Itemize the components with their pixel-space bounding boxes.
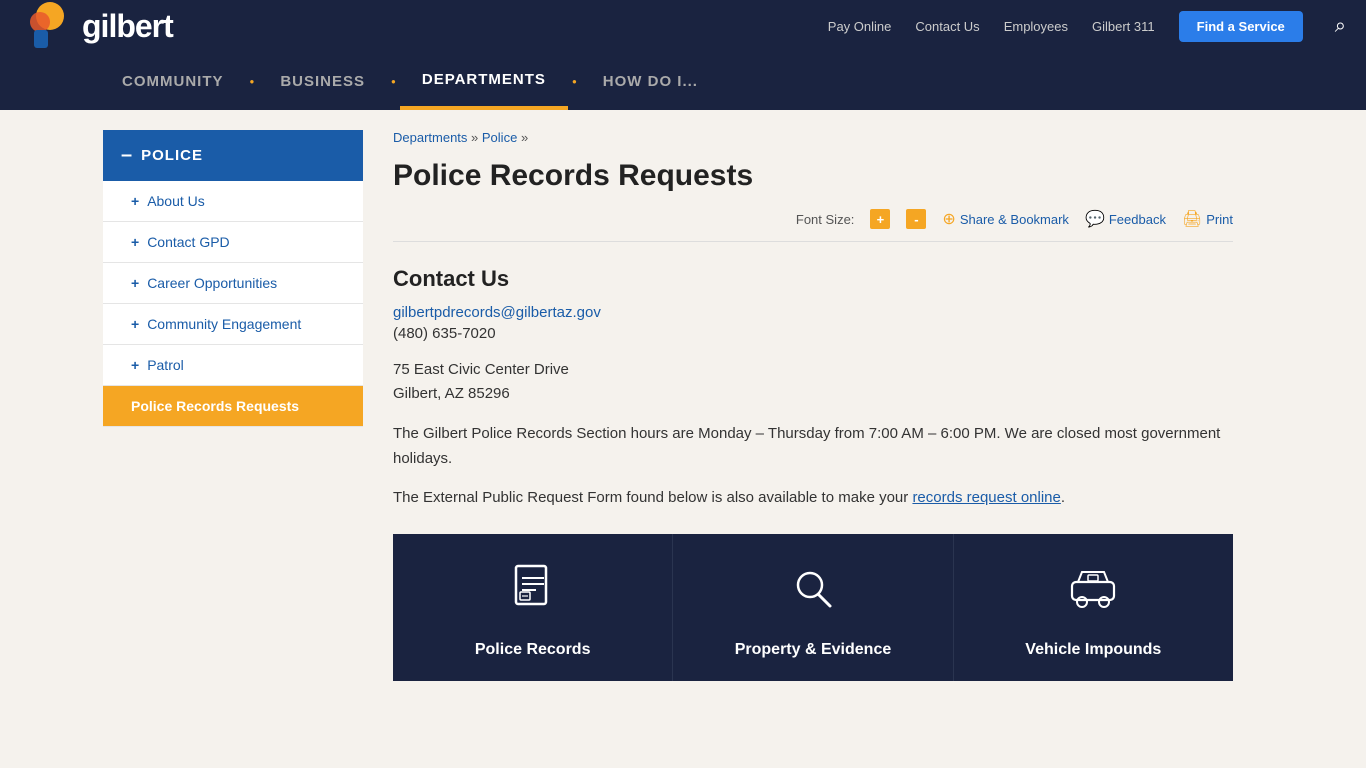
sidebar-label: Community Engagement [147, 316, 301, 332]
nav-how-do-i[interactable]: HOW DO I... [581, 52, 720, 110]
breadcrumb-departments[interactable]: Departments [393, 130, 467, 145]
breadcrumb-sep2: » [521, 130, 528, 145]
top-bar: gilbert Pay Online Contact Us Employees … [0, 0, 1366, 52]
font-decrease-button[interactable]: - [906, 209, 926, 229]
card-police-records[interactable]: Police Records [393, 534, 673, 681]
feedback-label: Feedback [1109, 212, 1166, 227]
pay-online-link[interactable]: Pay Online [828, 19, 892, 34]
cards-row: Police Records Property & Evidence [393, 534, 1233, 681]
nav-dot-1: ● [246, 77, 259, 86]
top-links: Pay Online Contact Us Employees Gilbert … [828, 11, 1346, 42]
vehicle-impounds-icon [1066, 562, 1120, 627]
toolbar: Font Size: + - ⊕ Share & Bookmark 💬 Feed… [393, 209, 1233, 242]
font-size-label: Font Size: [796, 212, 855, 227]
info-text-2: The External Public Request Form found b… [393, 486, 1233, 511]
employees-link[interactable]: Employees [1004, 19, 1068, 34]
info-text-1: The Gilbert Police Records Section hours… [393, 422, 1233, 472]
card-vehicle-impounds-label: Vehicle Impounds [1025, 641, 1161, 659]
contact-email-link[interactable]: gilbertpdrecords@gilbertaz.gov [393, 304, 1233, 321]
sidebar-label: Police Records Requests [131, 398, 299, 414]
find-service-button[interactable]: Find a Service [1179, 11, 1303, 42]
logo-icon [20, 0, 72, 52]
logo-area: gilbert [20, 0, 173, 52]
font-increase-button[interactable]: + [870, 209, 890, 229]
share-label: Share & Bookmark [960, 212, 1069, 227]
sidebar-title: POLICE [141, 147, 203, 164]
sidebar: – POLICE + About Us + Contact GPD + Care… [103, 130, 363, 681]
police-records-icon [506, 562, 560, 627]
page-title: Police Records Requests [393, 159, 1233, 193]
plus-icon: + [131, 234, 139, 250]
sidebar-item-community-engagement[interactable]: + Community Engagement [103, 304, 363, 345]
print-icon: 🖨 [1182, 209, 1202, 229]
contact-section-title: Contact Us [393, 266, 1233, 292]
gilbert-311-link[interactable]: Gilbert 311 [1092, 19, 1155, 34]
nav-bar: COMMUNITY ● BUSINESS ● DEPARTMENTS ● HOW… [0, 52, 1366, 110]
nav-business[interactable]: BUSINESS [258, 52, 387, 110]
share-bookmark-link[interactable]: ⊕ Share & Bookmark [942, 209, 1069, 229]
records-request-link[interactable]: records request online [912, 489, 1060, 506]
address-block: 75 East Civic Center Drive Gilbert, AZ 8… [393, 358, 1233, 406]
sidebar-item-about-us[interactable]: + About Us [103, 181, 363, 222]
plus-icon: + [131, 193, 139, 209]
breadcrumb-police[interactable]: Police [482, 130, 517, 145]
card-police-records-label: Police Records [475, 641, 591, 659]
property-evidence-icon [786, 562, 840, 627]
plus-icon: + [131, 275, 139, 291]
sidebar-label: About Us [147, 193, 205, 209]
info-text-2-suffix: . [1061, 489, 1065, 506]
nav-dot-3: ● [568, 77, 581, 86]
info-text-2-prefix: The External Public Request Form found b… [393, 489, 912, 506]
card-property-evidence[interactable]: Property & Evidence [673, 534, 953, 681]
plus-icon: + [131, 316, 139, 332]
sidebar-label: Career Opportunities [147, 275, 277, 291]
card-vehicle-impounds[interactable]: Vehicle Impounds [954, 534, 1233, 681]
nav-dot-2: ● [387, 77, 400, 86]
card-property-evidence-label: Property & Evidence [735, 641, 892, 659]
sidebar-header: – POLICE [103, 130, 363, 181]
sidebar-item-patrol[interactable]: + Patrol [103, 345, 363, 386]
print-label: Print [1206, 212, 1233, 227]
contact-us-link[interactable]: Contact Us [915, 19, 979, 34]
address-line1: 75 East Civic Center Drive [393, 358, 1233, 382]
sidebar-item-contact-gpd[interactable]: + Contact GPD [103, 222, 363, 263]
sidebar-item-career[interactable]: + Career Opportunities [103, 263, 363, 304]
nav-community[interactable]: COMMUNITY [100, 52, 246, 110]
page-layout: – POLICE + About Us + Contact GPD + Care… [83, 110, 1283, 721]
logo-text: gilbert [82, 8, 173, 45]
print-link[interactable]: 🖨 Print [1182, 209, 1233, 229]
search-icon[interactable]: ⌕ [1335, 15, 1346, 38]
contact-phone: (480) 635-7020 [393, 325, 1233, 342]
main-content: Departments » Police » Police Records Re… [363, 130, 1263, 681]
breadcrumb: Departments » Police » [393, 130, 1233, 145]
breadcrumb-sep1: » [471, 130, 482, 145]
nav-departments[interactable]: DEPARTMENTS [400, 52, 568, 110]
sidebar-dash: – [121, 144, 133, 167]
sidebar-label: Contact GPD [147, 234, 229, 250]
sidebar-item-police-records[interactable]: Police Records Requests [103, 386, 363, 427]
feedback-icon: 💬 [1085, 209, 1105, 229]
plus-icon: + [131, 357, 139, 373]
feedback-link[interactable]: 💬 Feedback [1085, 209, 1166, 229]
share-icon: ⊕ [942, 209, 955, 229]
sidebar-label: Patrol [147, 357, 184, 373]
address-line2: Gilbert, AZ 85296 [393, 382, 1233, 406]
